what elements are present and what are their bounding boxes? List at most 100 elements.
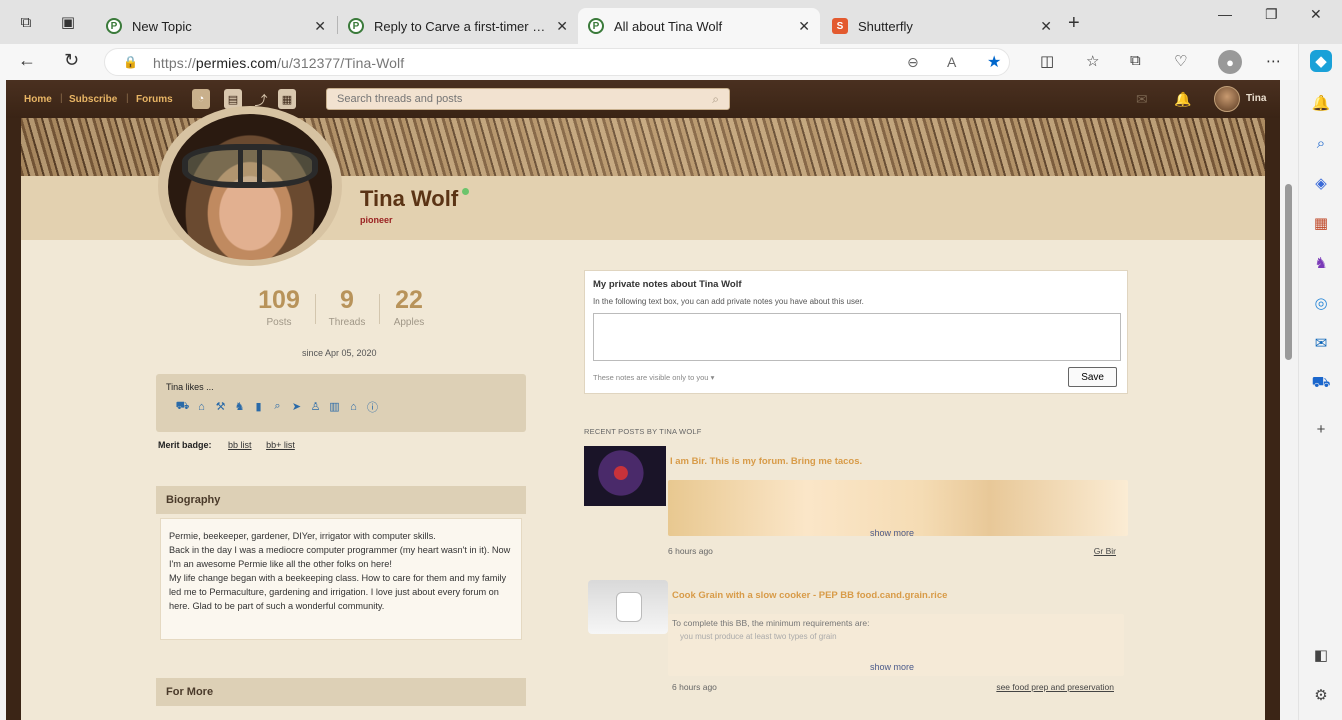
sidebar-toggle-icon[interactable]: ◧ — [1310, 644, 1332, 666]
back-icon[interactable]: ← — [18, 50, 36, 71]
private-notes-panel: My private notes about Tina Wolf In the … — [584, 270, 1128, 394]
stat-apples[interactable]: 22 Apples — [388, 286, 430, 328]
user-name[interactable]: Tina — [1246, 93, 1266, 104]
stat-threads[interactable]: 9 Threads — [322, 286, 372, 328]
tractor-icon[interactable]: ⛟ — [174, 398, 191, 415]
book-icon[interactable]: ▥ — [326, 398, 343, 415]
site-search: ⌕ — [326, 88, 730, 110]
post-thumbnail[interactable] — [584, 446, 666, 506]
save-notes-button[interactable]: Save — [1068, 367, 1117, 387]
nav-forums-link[interactable]: Forums — [136, 94, 173, 105]
online-status-dot — [462, 188, 469, 195]
favorite-star-icon[interactable]: ★ — [987, 52, 1001, 72]
merit-bb-list-link[interactable]: bb list — [228, 440, 252, 450]
animal-icon[interactable]: ♞ — [231, 398, 248, 415]
page-viewport: Home | Subscribe | Forums ◔ ▤ ⤴ ▦ ⌕ ✉ 🔔 … — [6, 80, 1280, 720]
tab-all-about-tina-wolf[interactable]: P All about Tina Wolf ✕ — [578, 8, 820, 44]
url-bar[interactable]: 🔒 https://permies.com/u/312377/Tina-Wolf… — [104, 48, 1010, 76]
permies-favicon-icon: P — [106, 18, 122, 34]
browser-essentials-icon[interactable]: ♡ — [1174, 52, 1187, 70]
address-bar-row: ← ↻ 🔒 https://permies.com/u/312377/Tina-… — [0, 44, 1342, 80]
jar-icon[interactable]: ▮ — [250, 398, 267, 415]
refresh-icon[interactable]: ↻ — [64, 50, 79, 71]
profile-avatar-icon[interactable]: ● — [1218, 50, 1242, 74]
copilot-icon[interactable]: ◆ — [1310, 50, 1332, 72]
magnifier-icon[interactable]: ⌕ — [269, 398, 286, 415]
workspaces-icon[interactable]: ⧉ — [16, 12, 36, 32]
biography-heading: Biography — [156, 486, 526, 514]
favorites-icon[interactable]: ☆ — [1086, 52, 1099, 70]
notifications-bell-icon[interactable]: 🔔 — [1310, 92, 1332, 114]
show-more-link[interactable]: show more — [870, 662, 914, 672]
house-icon[interactable]: ⌂ — [193, 398, 210, 415]
new-tab-icon[interactable]: + — [1068, 12, 1080, 35]
bell-icon[interactable]: 🔔 — [1174, 91, 1191, 108]
close-tab-icon[interactable]: ✕ — [1040, 18, 1052, 35]
close-tab-icon[interactable]: ✕ — [314, 18, 326, 35]
tab-title: Reply to Carve a first-timer spoo — [374, 18, 549, 34]
tab-shutterfly[interactable]: S Shutterfly ✕ — [822, 8, 1062, 44]
likes-panel: Tina likes ... ⛟ ⌂ ⚒ ♞ ▮ ⌕ ➤ ♙ ▥ ⌂ ⓘ — [156, 374, 526, 432]
zoom-icon[interactable]: ⊖ — [907, 54, 919, 71]
url-text[interactable]: https://permies.com/u/312377/Tina-Wolf — [153, 55, 404, 71]
shopping-tag-icon[interactable]: ◈ — [1310, 172, 1332, 194]
site-search-input[interactable] — [327, 89, 697, 109]
post-time: 6 hours ago — [668, 546, 713, 556]
lock-icon[interactable]: 🔒 — [123, 55, 138, 69]
close-tab-icon[interactable]: ✕ — [798, 18, 810, 35]
shopping-cart-icon[interactable]: ⛟ — [1310, 372, 1332, 394]
tab-actions-icon[interactable]: ▣ — [58, 12, 78, 32]
profile-photo — [168, 114, 332, 260]
tab-title: New Topic — [132, 18, 192, 34]
search-icon[interactable]: ⌕ — [712, 92, 719, 107]
restore-icon[interactable]: ❐ — [1265, 6, 1278, 23]
tab-reply-to-carve[interactable]: P Reply to Carve a first-timer spoo ✕ — [338, 8, 578, 44]
search-icon[interactable]: ⌕ — [1310, 132, 1332, 154]
person-icon[interactable]: ♙ — [307, 398, 324, 415]
close-tab-icon[interactable]: ✕ — [556, 18, 568, 35]
split-screen-icon[interactable]: ◫ — [1040, 52, 1054, 70]
tools-icon[interactable]: ⚒ — [212, 398, 229, 415]
user-avatar[interactable] — [1214, 86, 1240, 112]
outlook-icon[interactable]: ✉ — [1310, 332, 1332, 354]
post-title[interactable]: Cook Grain with a slow cooker - PEP BB f… — [672, 590, 947, 601]
collections-icon[interactable]: ⧉ — [1130, 52, 1141, 69]
nav-home-link[interactable]: Home — [24, 94, 52, 105]
pie-icon[interactable]: ◔ — [192, 89, 210, 109]
scrollbar-thumb[interactable] — [1285, 184, 1292, 360]
post-forum-link[interactable]: see food prep and preservation — [996, 682, 1114, 692]
tab-new-topic[interactable]: P New Topic ✕ — [96, 8, 336, 44]
merit-bb-plus-list-link[interactable]: bb+ list — [266, 440, 295, 450]
stat-posts[interactable]: 109 Posts — [252, 286, 306, 328]
profile-avatar — [158, 106, 342, 266]
read-aloud-icon[interactable]: A — [947, 54, 956, 70]
nav-subscribe-link[interactable]: Subscribe — [69, 94, 117, 105]
show-more-link[interactable]: show more — [870, 528, 914, 538]
merit-badges: Merit badge: bb list bb+ list — [158, 440, 295, 450]
private-notes-textarea[interactable] — [593, 313, 1121, 361]
arrow-icon[interactable]: ➤ — [288, 398, 305, 415]
post-forum-link[interactable]: Gr Bir — [1094, 546, 1116, 556]
info-icon[interactable]: ⓘ — [364, 398, 381, 415]
post-title[interactable]: I am Bir. This is my forum. Bring me tac… — [670, 456, 862, 467]
more-options-icon[interactable]: ⋯ — [1266, 52, 1281, 70]
list-item[interactable]: I am Bir. This is my forum. Bring me tac… — [584, 446, 1128, 566]
site-header: Home | Subscribe | Forums ◔ ▤ ⤴ ▦ ⌕ ✉ 🔔 … — [6, 80, 1280, 118]
post-thumbnail[interactable] — [588, 580, 668, 634]
tools-briefcase-icon[interactable]: ▦ — [1310, 212, 1332, 234]
add-sidebar-app-icon[interactable]: + — [1310, 418, 1332, 440]
minimize-icon[interactable]: — — [1218, 6, 1232, 22]
building-icon[interactable]: ⌂ — [345, 398, 362, 415]
page-scrollbar[interactable] — [1282, 80, 1296, 720]
tab-title: Shutterfly — [858, 18, 913, 34]
games-icon[interactable]: ♞ — [1310, 252, 1332, 274]
likes-title: Tina likes ... — [166, 382, 214, 392]
list-item[interactable]: Cook Grain with a slow cooker - PEP BB f… — [584, 580, 1128, 700]
sidebar-settings-icon[interactable]: ⚙ — [1310, 684, 1332, 706]
calculator-icon[interactable]: ▦ — [278, 89, 296, 109]
likes-icons: ⛟ ⌂ ⚒ ♞ ▮ ⌕ ➤ ♙ ▥ ⌂ ⓘ — [174, 398, 381, 415]
microsoft-365-icon[interactable]: ◎ — [1310, 292, 1332, 314]
close-window-icon[interactable]: ✕ — [1310, 6, 1322, 23]
notes-description: In the following text box, you can add p… — [593, 297, 864, 306]
mail-icon[interactable]: ✉ — [1136, 91, 1148, 108]
